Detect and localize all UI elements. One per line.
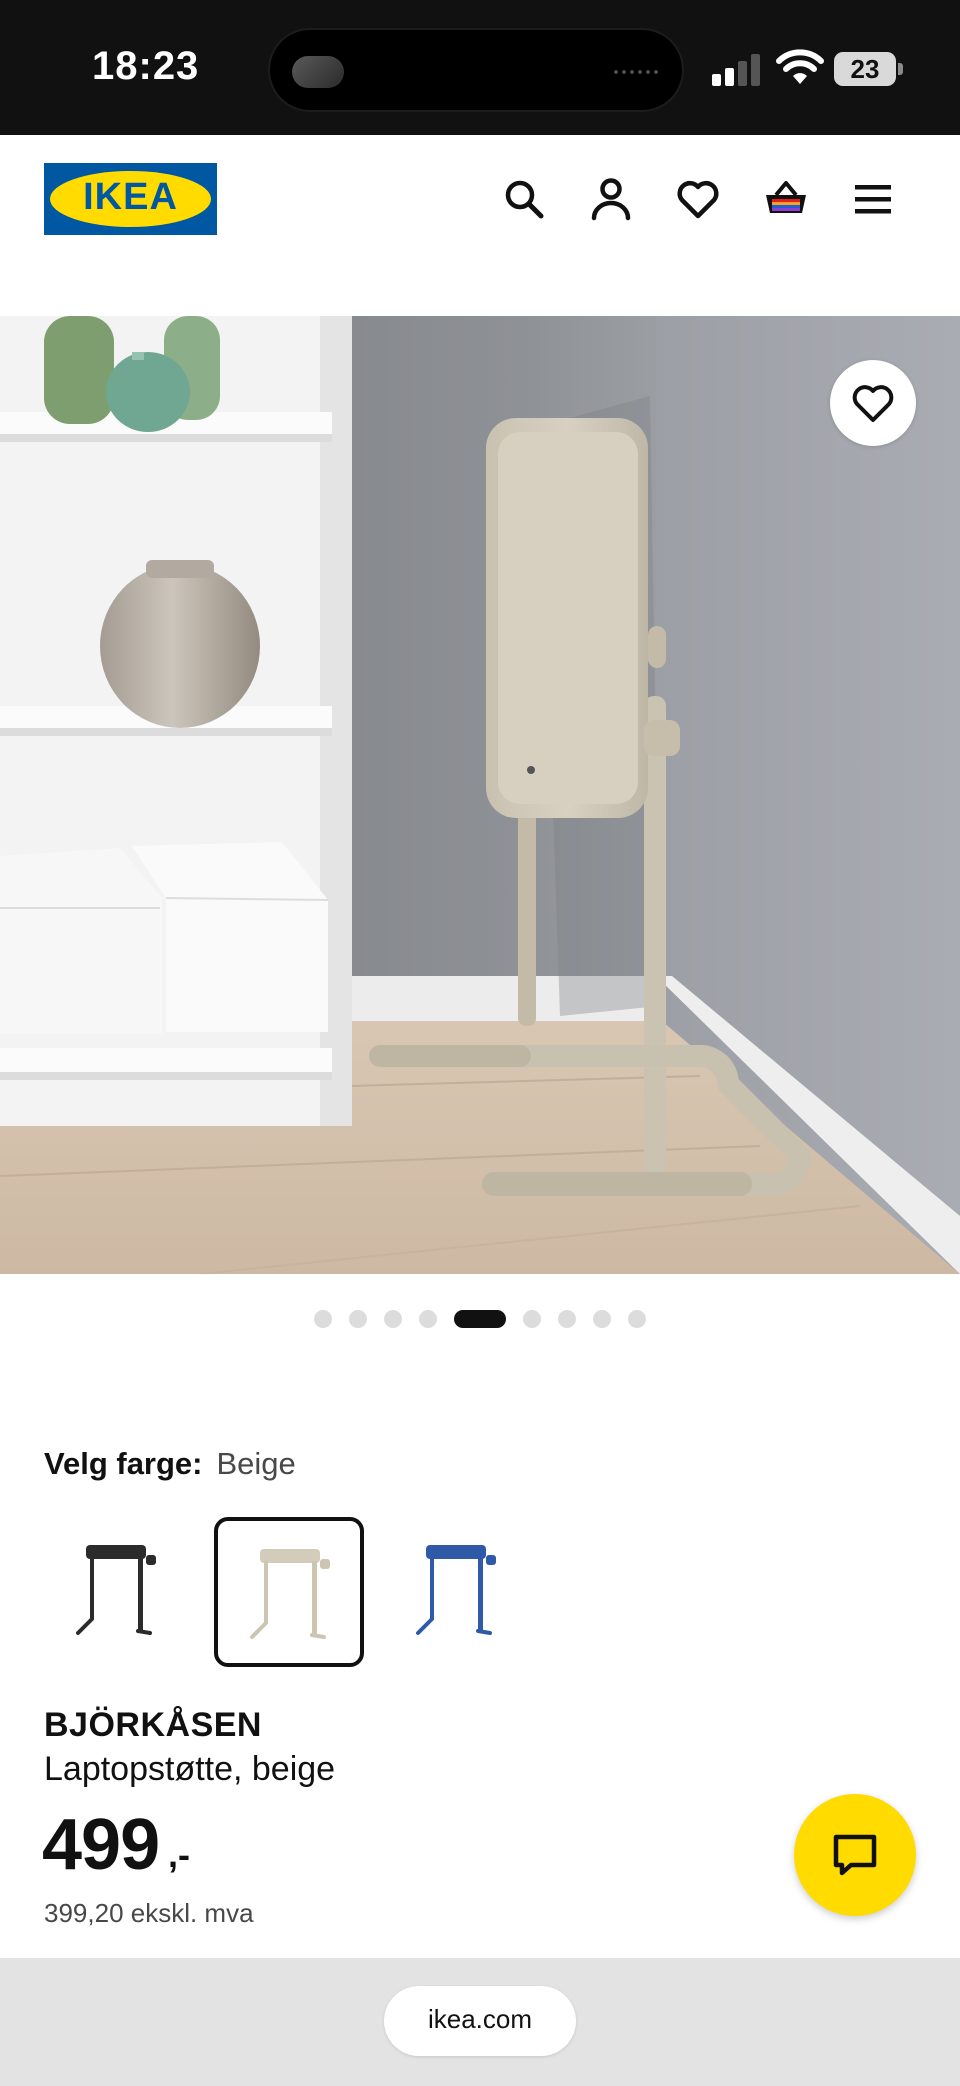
dynamic-island <box>268 28 684 112</box>
status-time: 18:23 <box>92 44 200 88</box>
color-selection-row: Velg farge: Beige <box>44 1446 296 1490</box>
menu-icon[interactable] <box>849 175 897 223</box>
blue-stand-thumbnail <box>416 1545 496 1635</box>
product-photo <box>0 316 960 1274</box>
url-text: ikea.com <box>427 2004 533 2034</box>
chat-icon <box>833 1834 877 1876</box>
wifi-icon <box>776 48 824 86</box>
heart-icon <box>852 385 894 422</box>
favorite-button[interactable] <box>830 360 916 446</box>
product-image[interactable] <box>0 316 960 1274</box>
battery-icon: 23 <box>834 52 904 86</box>
pagination-dot[interactable] <box>593 1310 611 1328</box>
battery-level: 23 <box>850 54 880 84</box>
status-bar: 18:23 23 <box>0 0 960 135</box>
pagination-dot[interactable] <box>558 1310 576 1328</box>
now-playing-thumbnail <box>292 56 344 88</box>
product-name: BJÖRKÅSEN <box>44 1706 262 1744</box>
account-icon[interactable] <box>587 175 635 223</box>
logo-text: IKEA <box>83 176 178 218</box>
search-icon[interactable] <box>500 175 548 223</box>
cart-icon[interactable] <box>762 175 810 223</box>
product-description: Laptopstøtte, beige <box>44 1750 336 1788</box>
pagination-dot[interactable] <box>349 1310 367 1328</box>
beige-stand-thumbnail <box>250 1549 330 1639</box>
pagination-dot[interactable] <box>628 1310 646 1328</box>
price-excl-vat: 399,20 ekskl. mva <box>44 1898 254 1928</box>
ikea-logo[interactable]: IKEA <box>44 163 217 235</box>
black-stand-thumbnail <box>76 1545 156 1635</box>
pagination-dot[interactable] <box>314 1310 332 1328</box>
product-price: 499 <box>42 1805 160 1885</box>
chat-button[interactable] <box>794 1794 916 1916</box>
browser-bottom-bar: ikea.com <box>0 1958 960 2086</box>
selected-color: Beige <box>216 1446 296 1481</box>
address-bar[interactable]: ikea.com <box>384 1986 576 2056</box>
color-swatch-beige[interactable] <box>214 1517 364 1667</box>
color-label: Velg farge: <box>44 1446 203 1481</box>
image-pagination <box>0 1310 960 1330</box>
wishlist-heart-icon[interactable] <box>674 175 722 223</box>
audio-waveform-icon <box>612 70 660 74</box>
color-swatch-black[interactable] <box>44 1517 194 1667</box>
pagination-dot[interactable] <box>419 1310 437 1328</box>
signal-icon <box>712 52 764 86</box>
price-suffix: ,- <box>168 1834 190 1875</box>
pagination-dot[interactable] <box>384 1310 402 1328</box>
pagination-dot-active[interactable] <box>454 1310 506 1328</box>
pagination-dot[interactable] <box>523 1310 541 1328</box>
site-header: IKEA <box>0 135 960 315</box>
color-swatch-blue[interactable] <box>384 1517 534 1667</box>
